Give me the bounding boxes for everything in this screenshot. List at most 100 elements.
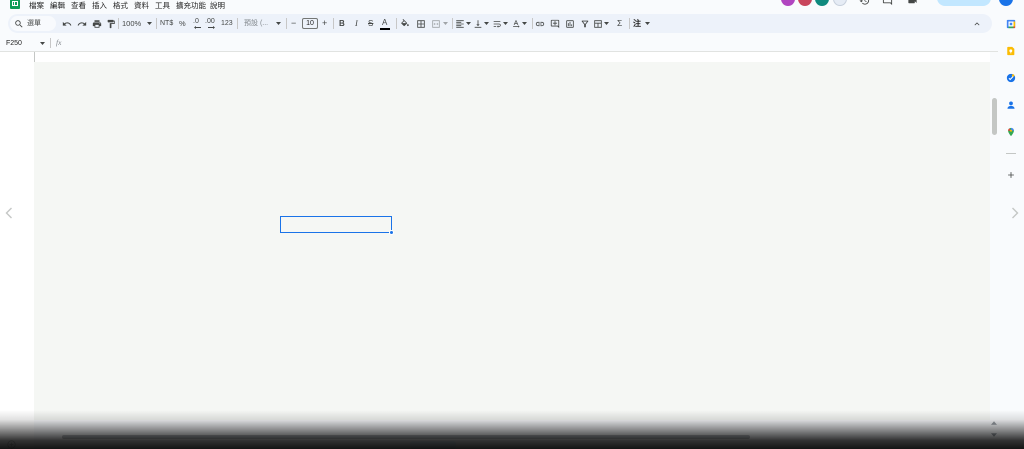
more-formats-button[interactable]: 123	[221, 14, 233, 33]
toolbar-divider	[237, 18, 238, 29]
font-size-input[interactable]: 10	[302, 18, 318, 29]
more-collaborators-avatar[interactable]	[833, 0, 847, 6]
vertical-align-icon[interactable]	[473, 19, 483, 29]
filter-icon[interactable]	[580, 19, 590, 29]
collaborator-avatar[interactable]	[781, 0, 795, 6]
comment-icon[interactable]	[550, 19, 560, 29]
redo-icon[interactable]	[77, 19, 87, 29]
meet-icon[interactable]	[907, 0, 918, 6]
sheet-tab[interactable]	[206, 441, 236, 449]
increase-decimal-button[interactable]: .00	[205, 14, 215, 33]
chevron-down-icon[interactable]	[645, 22, 650, 25]
fill-color-icon[interactable]	[400, 18, 410, 29]
maps-icon[interactable]	[1006, 127, 1016, 137]
sheet-tab[interactable]	[66, 441, 96, 449]
account-avatar[interactable]	[999, 0, 1013, 6]
menu-format[interactable]: 格式	[113, 1, 128, 11]
text-wrap-icon[interactable]	[492, 19, 502, 29]
chevron-down-icon[interactable]	[40, 42, 45, 45]
sheet-tab[interactable]	[494, 441, 516, 449]
bold-button[interactable]: B	[339, 14, 345, 33]
link-icon[interactable]	[535, 19, 545, 29]
sheet-tab[interactable]	[314, 441, 362, 449]
chevron-down-icon[interactable]	[466, 22, 471, 25]
sheet-tab[interactable]	[284, 441, 300, 449]
merge-cells-icon[interactable]	[431, 19, 441, 29]
input-tools-button[interactable]: 注	[633, 14, 641, 33]
plus-icon[interactable]	[1006, 170, 1016, 180]
menu-insert[interactable]: 插入	[92, 1, 107, 11]
menu-view[interactable]: 查看	[71, 1, 86, 11]
menu-data[interactable]: 資料	[134, 1, 149, 11]
scroll-up-icon[interactable]	[991, 421, 997, 425]
menu-help[interactable]: 說明	[210, 1, 225, 11]
history-icon[interactable]	[859, 0, 870, 6]
italic-button[interactable]: I	[355, 14, 358, 33]
sheets-logo-icon[interactable]	[10, 0, 20, 9]
tasks-icon[interactable]	[1006, 73, 1016, 83]
comment-icon[interactable]	[882, 0, 893, 6]
menu-extensions[interactable]: 擴充功能	[176, 1, 206, 11]
chevron-down-icon[interactable]	[443, 22, 448, 25]
font-family-select[interactable]: 預設 (...	[244, 14, 268, 33]
filter-views-icon[interactable]	[593, 19, 603, 29]
keep-icon[interactable]	[1006, 46, 1016, 56]
side-panel-divider	[1006, 153, 1016, 154]
text-color-button[interactable]: A	[382, 14, 387, 33]
sheet-tab[interactable]	[530, 441, 582, 449]
sheet-tab[interactable]	[100, 441, 130, 449]
functions-button[interactable]: Σ	[617, 14, 622, 33]
sheet-tab[interactable]	[596, 441, 628, 449]
formula-input[interactable]	[66, 37, 990, 49]
sheet-tab[interactable]	[140, 441, 160, 449]
menu-tools[interactable]: 工具	[155, 1, 170, 11]
chevron-down-icon[interactable]	[147, 22, 152, 25]
sheet-tab[interactable]	[24, 441, 58, 449]
borders-icon[interactable]	[416, 19, 426, 29]
name-box[interactable]: F250	[6, 39, 22, 48]
toolbar-divider	[333, 18, 334, 29]
decrease-decimal-button[interactable]: .0	[193, 14, 199, 33]
chevron-down-icon[interactable]	[604, 22, 609, 25]
vertical-scrollbar-thumb[interactable]	[992, 98, 997, 135]
sheet-tab[interactable]	[250, 441, 268, 449]
chevron-down-icon[interactable]	[522, 22, 527, 25]
fill-handle[interactable]	[389, 230, 394, 235]
strikethrough-button[interactable]: S	[368, 14, 373, 33]
chevron-down-icon[interactable]	[484, 22, 489, 25]
horizontal-align-icon[interactable]	[455, 19, 465, 29]
currency-format-button[interactable]: NT$	[160, 14, 173, 33]
sheet-tab[interactable]	[462, 441, 480, 449]
percent-format-button[interactable]: %	[179, 14, 186, 33]
calendar-icon[interactable]	[1006, 19, 1016, 29]
horizontal-scrollbar-thumb[interactable]	[62, 435, 750, 439]
sheet-tab-active[interactable]	[410, 441, 456, 449]
zoom-select[interactable]: 100%	[122, 14, 141, 33]
share-button[interactable]	[937, 0, 991, 6]
collapse-toolbar-icon[interactable]	[972, 19, 982, 29]
chevron-right-icon[interactable]	[1011, 207, 1019, 219]
chart-icon[interactable]	[565, 19, 575, 29]
paint-format-icon[interactable]	[106, 19, 116, 29]
collaborator-avatar[interactable]	[815, 0, 829, 6]
row-header-edge	[34, 52, 35, 62]
undo-icon[interactable]	[62, 19, 72, 29]
print-icon[interactable]	[92, 19, 102, 29]
menu-edit[interactable]: 編輯	[50, 1, 65, 11]
selected-cell[interactable]	[280, 216, 392, 233]
toolbar-divider	[452, 18, 453, 29]
chevron-down-icon[interactable]	[503, 22, 508, 25]
menu-file[interactable]: 檔案	[29, 1, 44, 11]
collaborator-avatar[interactable]	[798, 0, 812, 6]
spreadsheet-grid[interactable]	[34, 62, 990, 420]
sheet-tab[interactable]	[170, 441, 200, 449]
decrease-font-size-button[interactable]: −	[291, 14, 296, 33]
scroll-down-icon[interactable]	[991, 433, 997, 437]
add-sheet-icon[interactable]	[7, 440, 16, 449]
increase-font-size-button[interactable]: +	[322, 14, 327, 33]
contacts-icon[interactable]	[1006, 100, 1016, 110]
chevron-left-icon[interactable]	[5, 207, 13, 219]
sheet-tab[interactable]	[380, 441, 398, 449]
text-rotation-icon[interactable]	[511, 19, 521, 29]
chevron-down-icon[interactable]	[276, 22, 281, 25]
